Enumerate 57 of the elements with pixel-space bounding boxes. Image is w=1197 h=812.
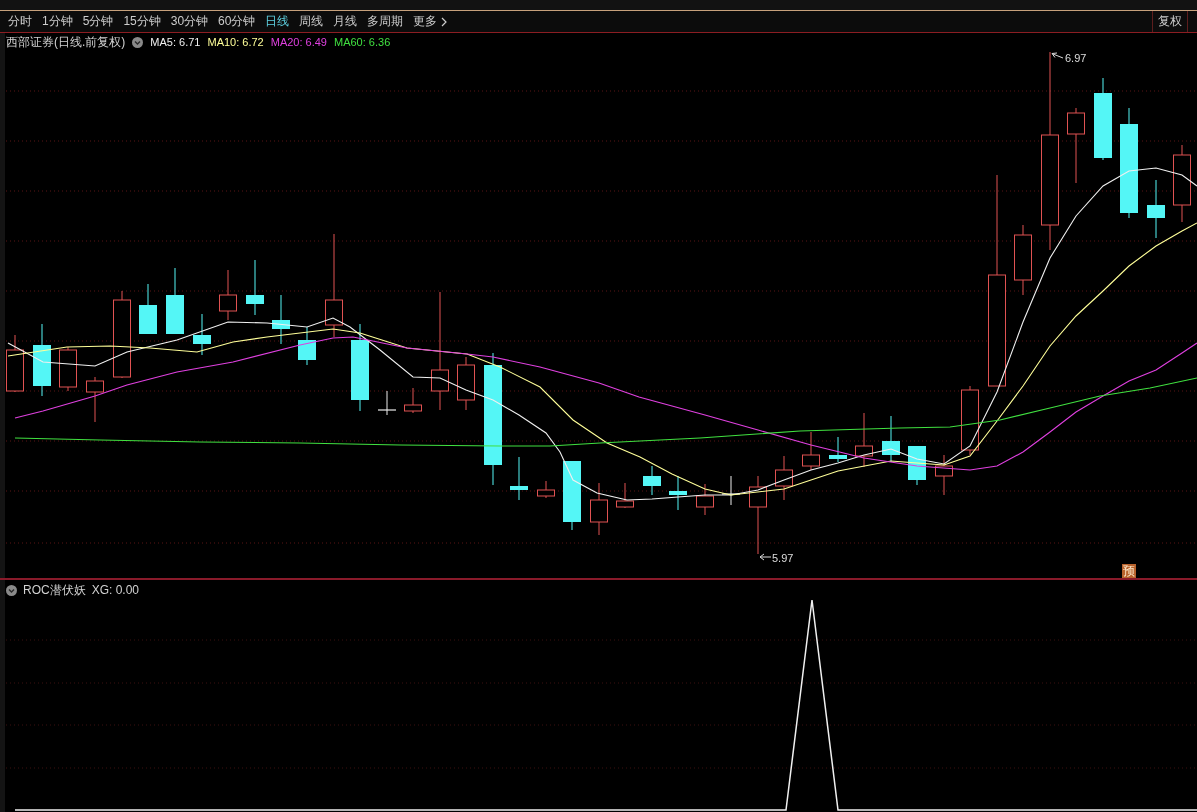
candlestick	[563, 460, 581, 531]
ma-legend-item: MA20: 6.49	[270, 36, 327, 48]
candlestick	[1147, 179, 1165, 239]
candlestick	[457, 356, 475, 411]
chart-title: 西部证券(日线.前复权)	[6, 33, 126, 51]
ma-legend-item: MA60: 6.36	[334, 36, 391, 48]
indicator-value: XG: 0.00	[91, 583, 140, 597]
period-tab[interactable]: 15分钟	[119, 12, 165, 31]
leader-arrow	[759, 553, 772, 561]
candlestick	[882, 415, 900, 463]
period-tab[interactable]: 30分钟	[166, 12, 213, 31]
candlestick	[6, 334, 24, 393]
candlestick	[1014, 224, 1032, 296]
leader-arrow	[1051, 52, 1064, 59]
indicator-title: ROC潜伏妖	[23, 581, 86, 599]
period-tab[interactable]: 日线	[261, 12, 294, 31]
price-label: 6.97	[1065, 52, 1087, 64]
chevron-icon	[441, 16, 448, 27]
period-tab[interactable]: 分时	[4, 12, 36, 31]
candlestick	[510, 456, 528, 501]
candlestick	[219, 269, 237, 321]
dropdown-icon[interactable]	[132, 36, 144, 48]
candlestick	[59, 346, 77, 392]
period-tab[interactable]: 1分钟	[38, 12, 77, 31]
ma-legend-item: MA10: 6.72	[207, 36, 264, 48]
candlestick	[775, 455, 793, 501]
period-tab[interactable]: 5分钟	[78, 12, 118, 31]
candlestick	[272, 294, 290, 345]
period-tab[interactable]: 多周期	[363, 12, 408, 31]
price-label: 5.97	[772, 552, 794, 564]
candlestick	[935, 454, 953, 496]
candlestick	[669, 475, 687, 511]
candlestick	[298, 326, 316, 366]
candlestick	[590, 482, 608, 536]
candlestick	[855, 412, 873, 468]
candlestick	[193, 313, 211, 356]
candlestick	[802, 431, 820, 471]
candlestick	[643, 465, 661, 496]
candlestick	[404, 387, 422, 414]
candlestick	[616, 482, 634, 509]
candlestick	[139, 283, 157, 335]
candlestick	[829, 436, 847, 463]
candlestick	[696, 483, 714, 516]
ma-legend-item: MA5: 6.71	[150, 36, 201, 48]
candlestick	[377, 390, 397, 416]
candlestick	[86, 376, 104, 423]
forecast-badge: 预	[1122, 564, 1136, 578]
candlestick	[166, 267, 184, 335]
candlestick	[537, 480, 555, 499]
period-tab[interactable]: 60分钟	[214, 12, 260, 31]
period-tab[interactable]: 周线	[295, 12, 328, 31]
toolbar-button[interactable]: 复权	[1152, 11, 1188, 32]
dropdown-icon[interactable]	[6, 584, 17, 596]
more-tab[interactable]: 更多	[409, 12, 452, 31]
period-tab[interactable]: 月线	[329, 12, 362, 31]
candlestick	[961, 385, 979, 456]
candlestick	[246, 259, 264, 316]
